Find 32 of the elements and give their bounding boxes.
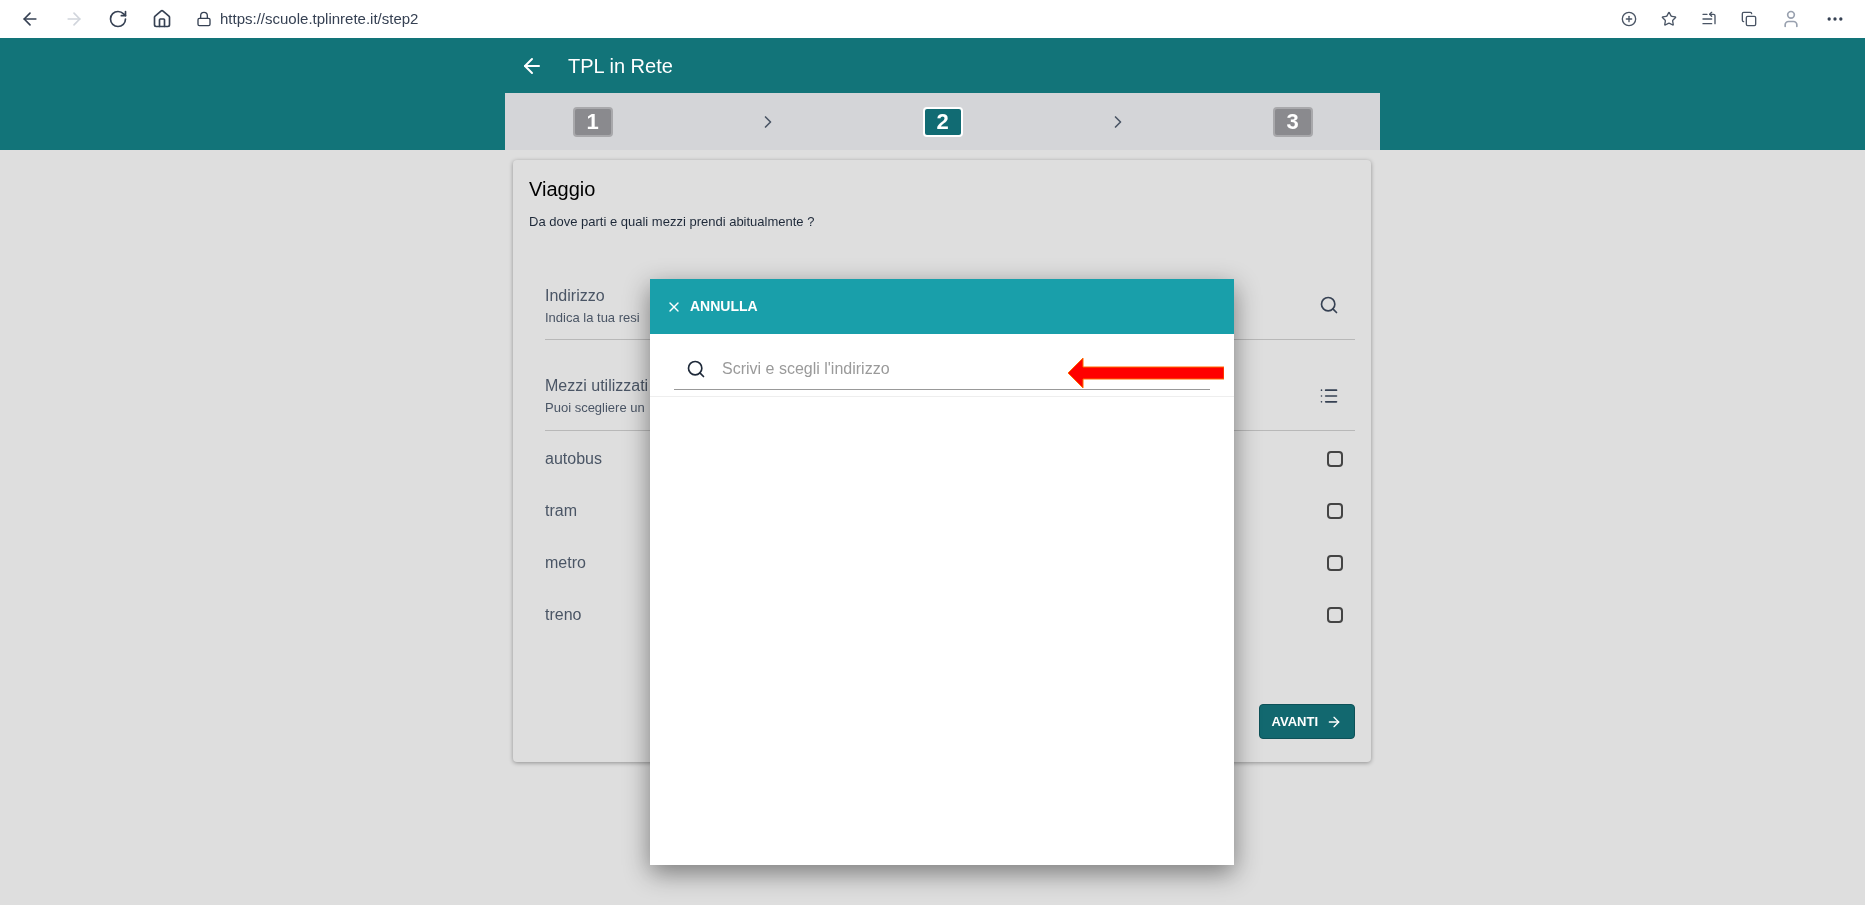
- lock-icon: [196, 11, 212, 27]
- card-subtitle: Da dove parti e quali mezzi prendi abitualmente ?: [529, 213, 816, 231]
- profile-icon[interactable]: [1781, 9, 1801, 29]
- address-bar[interactable]: https://scuole.tplinrete.it/step2: [220, 7, 419, 31]
- checkbox[interactable]: [1327, 502, 1343, 519]
- card-title: Viaggio: [529, 177, 597, 202]
- field-label: Indirizzo: [545, 285, 605, 306]
- cancel-button[interactable]: ANNULLA: [666, 296, 758, 317]
- next-button[interactable]: AVANTI: [1258, 704, 1355, 739]
- collections-icon[interactable]: [1741, 11, 1757, 27]
- step-button[interactable]: 2: [922, 106, 963, 137]
- step-button[interactable]: 3: [1272, 106, 1313, 137]
- checkbox[interactable]: [1327, 554, 1343, 571]
- checkbox[interactable]: [1327, 450, 1343, 467]
- favorites-icon[interactable]: [1701, 11, 1717, 27]
- option-label: metro: [545, 552, 587, 573]
- home-icon[interactable]: [152, 9, 172, 29]
- search-icon[interactable]: [1319, 295, 1339, 316]
- field-hint: Indica la tua resi: [545, 308, 640, 327]
- step-button[interactable]: 1: [572, 106, 613, 137]
- search-icon: [686, 358, 706, 379]
- option-label: tram: [545, 500, 578, 521]
- field-hint: Puoi scegliere un: [545, 399, 645, 417]
- option-label: autobus: [545, 448, 603, 469]
- option-label: treno: [545, 604, 583, 625]
- field-label: Mezzi utilizzati: [545, 376, 649, 396]
- address-search-field[interactable]: Scrivi e scegli l'indirizzo: [722, 352, 1038, 385]
- add-icon[interactable]: [1621, 11, 1637, 27]
- star-icon[interactable]: [1661, 11, 1677, 27]
- refresh-icon[interactable]: [108, 9, 128, 29]
- checkbox[interactable]: [1327, 606, 1343, 623]
- app-title: TPL in Rete: [568, 53, 673, 79]
